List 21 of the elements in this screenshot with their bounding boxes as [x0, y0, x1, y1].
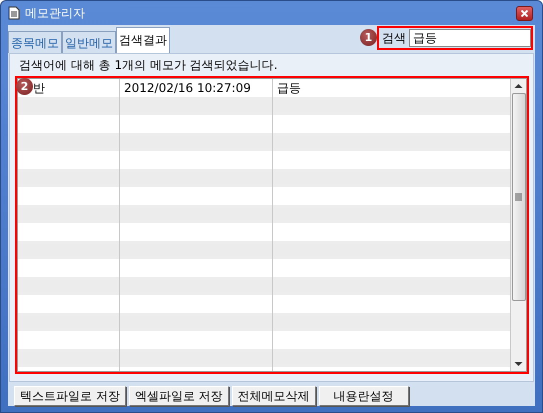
result-message: 검색어에 대해 총 1개의 메모가 검색되었습니다. — [18, 56, 279, 74]
scroll-thumb[interactable] — [512, 93, 526, 301]
close-icon — [521, 10, 528, 16]
table-cell: 급등 — [277, 80, 301, 96]
scrollbar[interactable] — [511, 78, 527, 372]
annotation-badge: 1 — [360, 29, 377, 46]
table-cell: 반 — [33, 80, 45, 96]
action-button[interactable]: 텍스트파일로 저장 — [14, 386, 126, 406]
search-label: 검색 — [381, 30, 407, 46]
close-button[interactable] — [516, 6, 533, 20]
action-button[interactable]: 전체메모삭제 — [232, 386, 316, 406]
table-cell: 2012/02/16 10:27:09 — [124, 81, 251, 95]
grip-icon — [515, 193, 522, 201]
search-field[interactable]: 급등 — [409, 29, 531, 47]
tab[interactable]: 일반메모 — [62, 31, 116, 53]
action-button[interactable]: 엑셀파일로 저장 — [128, 386, 229, 406]
tab[interactable]: 검색결과 — [116, 27, 170, 53]
tab[interactable]: 종목메모 — [8, 31, 62, 53]
window-title: 메모관리자 — [25, 4, 86, 22]
document-icon — [8, 6, 20, 20]
action-button[interactable]: 내용란설정 — [318, 386, 409, 406]
